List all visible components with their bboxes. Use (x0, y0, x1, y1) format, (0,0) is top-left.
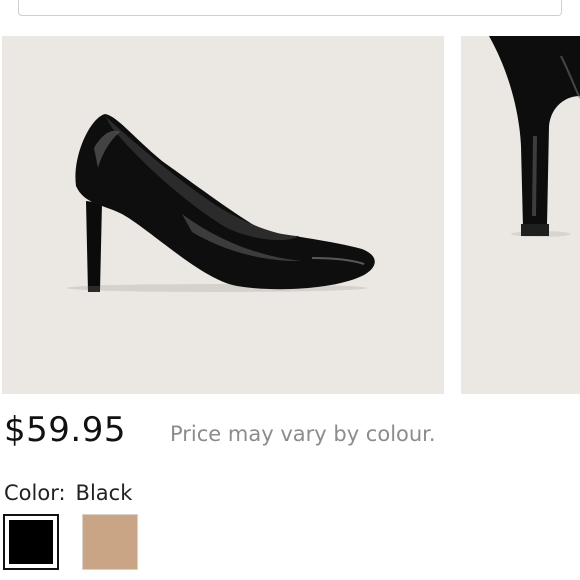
color-label: Color: (4, 481, 66, 505)
price-note: Price may vary by colour. (170, 422, 436, 446)
search-input[interactable] (18, 0, 562, 16)
selected-color-name: Black (75, 481, 133, 505)
color-selection-label: Color: Black (4, 478, 132, 508)
product-gallery[interactable] (0, 36, 580, 394)
price-row: $59.95 Price may vary by colour. (0, 410, 580, 454)
product-price: $59.95 (4, 410, 126, 450)
color-swatch-black[interactable] (3, 514, 59, 570)
product-image-main[interactable] (2, 36, 444, 394)
black-swatch-fill (9, 520, 53, 564)
product-image-side[interactable] (461, 36, 580, 394)
search-icon[interactable] (525, 0, 555, 5)
color-swatch-nude[interactable] (82, 514, 138, 570)
